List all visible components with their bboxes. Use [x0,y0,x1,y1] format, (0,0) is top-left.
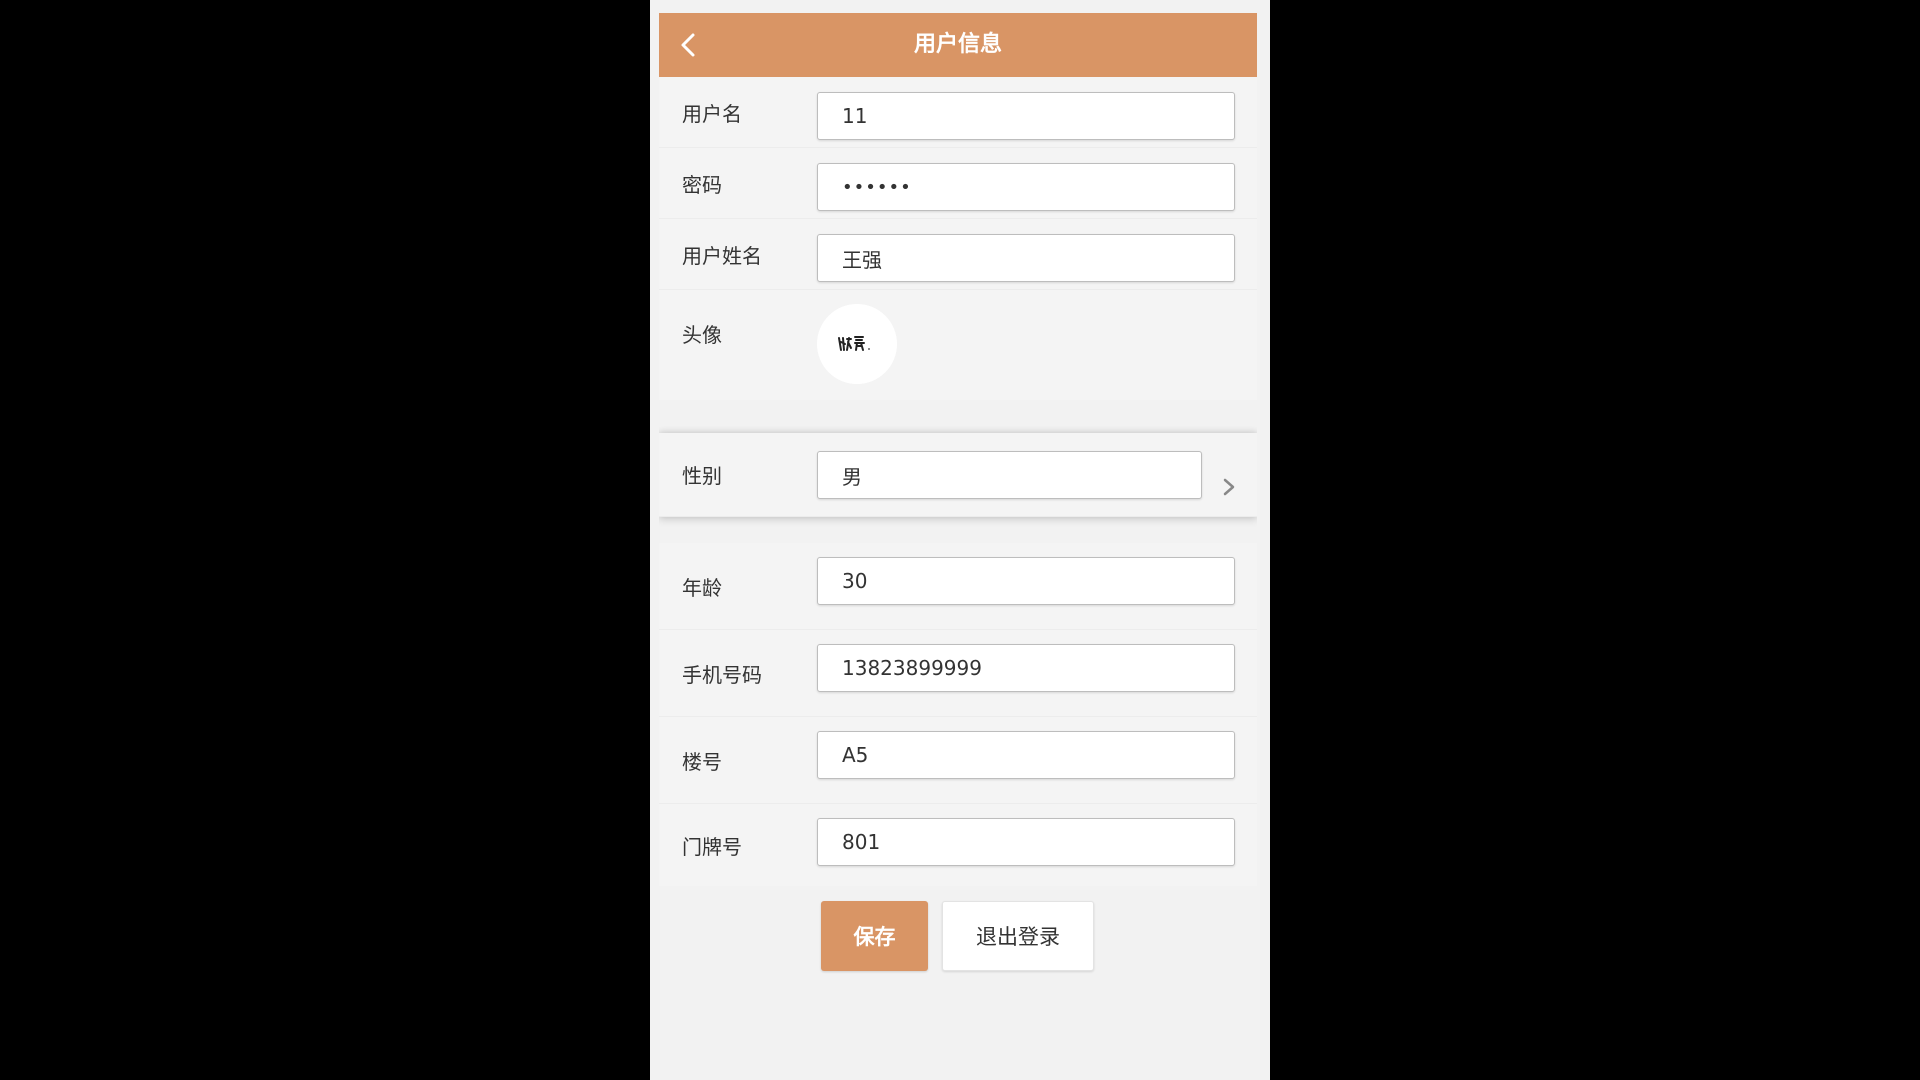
age-input[interactable] [817,557,1235,605]
password-input[interactable] [817,163,1235,211]
building-input[interactable] [817,731,1235,779]
logout-button[interactable]: 退出登录 [942,901,1094,971]
avatar-label: 头像 [682,322,722,347]
age-label: 年龄 [682,575,722,600]
real-name-label: 用户姓名 [682,243,762,268]
door-number-row: 门牌号 [659,804,1257,886]
app-screen: 用户信息 用户名 密码 用户姓名 头像 [659,13,1257,1080]
phone-frame: 用户信息 用户名 密码 用户姓名 头像 [650,0,1270,1080]
real-name-input[interactable] [817,234,1235,282]
door-number-label: 门牌号 [682,834,742,859]
avatar-image-icon [817,304,897,384]
gender-select[interactable] [817,451,1202,499]
avatar-row: 头像 [659,290,1257,400]
username-row: 用户名 [659,77,1257,148]
phone-label: 手机号码 [682,662,762,687]
save-button[interactable]: 保存 [821,901,928,971]
gender-label: 性别 [682,464,722,488]
chevron-right-icon[interactable] [1219,477,1239,497]
door-number-input[interactable] [817,818,1235,866]
phone-row: 手机号码 [659,630,1257,717]
action-buttons: 保存 退出登录 [659,901,1257,971]
username-input[interactable] [817,92,1235,140]
avatar[interactable] [817,304,897,384]
phone-input[interactable] [817,644,1235,692]
gender-row[interactable]: 性别 [659,433,1257,517]
age-row: 年龄 [659,543,1257,630]
password-label: 密码 [682,172,722,197]
page-title: 用户信息 [913,32,1002,57]
building-label: 楼号 [682,749,722,774]
real-name-row: 用户姓名 [659,219,1257,290]
password-row: 密码 [659,148,1257,219]
username-label: 用户名 [682,101,742,126]
building-row: 楼号 [659,717,1257,804]
header-bar: 用户信息 [659,13,1257,77]
